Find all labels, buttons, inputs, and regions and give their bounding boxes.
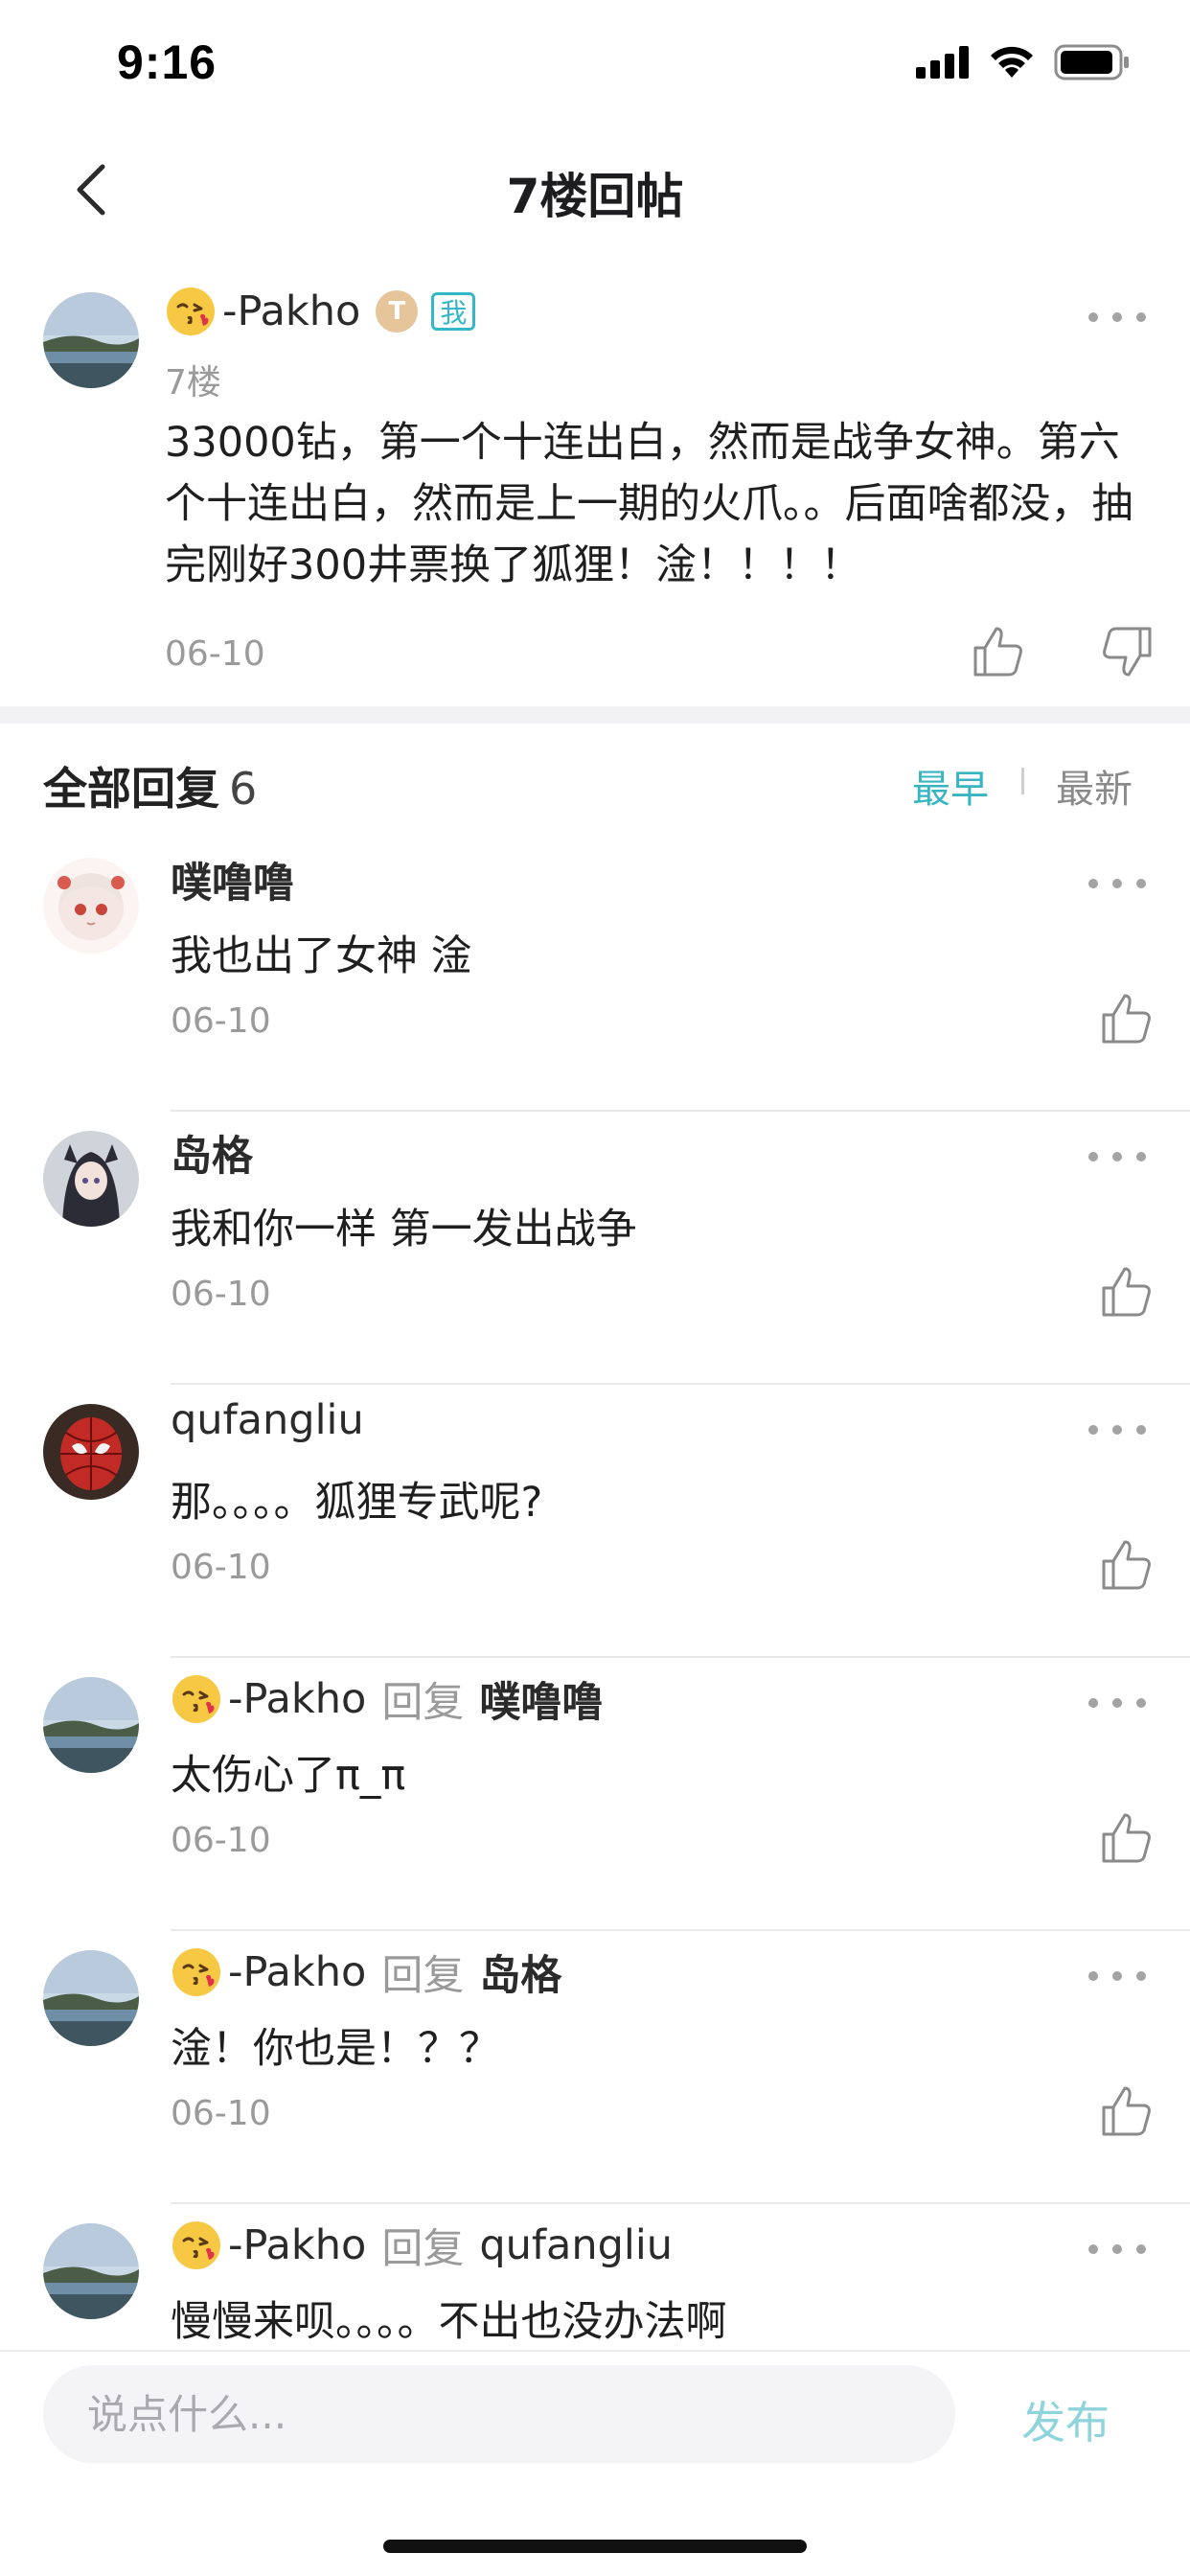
reply-text: 淦！你也是！？？ — [171, 2025, 500, 2073]
reply-author-name[interactable]: qufangliu — [171, 1396, 364, 1444]
reply-text: 太伤心了π_π — [171, 1752, 406, 1800]
reply-target-name[interactable]: 岛格 — [479, 1943, 561, 2002]
reply-item: qufangliu 那。。。。狐狸专武呢? 06-10 — [0, 1385, 1190, 1658]
cellular-signal-icon — [916, 46, 969, 79]
level-badge: T — [376, 290, 419, 333]
reply-author-row: -Pakho 回复 岛格 — [171, 1943, 561, 2002]
publish-button[interactable]: 发布 — [1021, 2388, 1110, 2451]
reply-author-row: 岛格 — [171, 1123, 253, 1183]
replies-title-label: 全部回复 — [43, 763, 219, 815]
reply-author-row: -Pakho 回复 qufangliu — [171, 2216, 673, 2275]
avatar[interactable] — [43, 858, 139, 954]
floor-label: 7楼 — [165, 363, 221, 402]
reply-date: 06-10 — [171, 1548, 271, 1587]
thumbs-up-icon[interactable] — [1098, 1263, 1156, 1321]
me-badge: 我 — [431, 292, 476, 331]
kiss-emoji-icon — [167, 288, 215, 335]
more-dots-icon[interactable] — [1088, 1689, 1146, 1717]
thumbs-up-icon[interactable] — [1098, 2082, 1156, 2140]
post-content: 33000钻，第一个十连出白，然而是战争女神。第六个十连出白，然而是上一期的火爪… — [165, 419, 1133, 589]
reply-to-label: 回复 — [381, 2225, 465, 2273]
reply-to-label: 回复 — [381, 1679, 465, 1727]
reply-item: 岛格 我和你一样 第一发出战争 06-10 — [0, 1112, 1190, 1385]
reply-text: 我和你一样 第一发出战争 — [171, 1206, 637, 1254]
thumbs-up-icon[interactable] — [1098, 1536, 1156, 1594]
reply-date: 06-10 — [171, 1821, 271, 1860]
kiss-emoji-icon — [172, 1675, 220, 1723]
kiss-emoji-icon — [172, 1948, 220, 1996]
reply-item: -Pakho 回复 岛格 淦！你也是！？？ 06-10 — [0, 1931, 1190, 2204]
reply-to-label: 回复 — [381, 1952, 465, 2000]
navigation-bar: 7楼回帖 — [0, 129, 1190, 254]
reply-author-name[interactable]: -Pakho — [228, 1948, 366, 1996]
reply-author-name[interactable]: -Pakho — [228, 2221, 366, 2269]
thumbs-up-icon[interactable] — [1098, 990, 1156, 1047]
avatar[interactable] — [43, 292, 139, 388]
reply-target-name[interactable]: qufangliu — [479, 2221, 673, 2269]
post-author-name[interactable]: -Pakho — [222, 288, 360, 335]
reply-text: 我也出了女神 淦 — [171, 932, 472, 980]
reply-target-name[interactable]: 噗噜噜 — [479, 1669, 603, 1729]
reply-date: 06-10 — [171, 2094, 271, 2133]
reply-author-row: 噗噜噜 — [171, 850, 294, 909]
replies-header: 全部回复 6 最早 最新 — [0, 743, 1190, 829]
reply-text: 慢慢来呗。。。。不出也没办法啊 — [171, 2298, 727, 2346]
reply-text: 那。。。。狐狸专武呢? — [171, 1479, 543, 1527]
comment-composer: 发布 — [0, 2350, 1190, 2576]
main-post: -Pakho T 我 7楼 33000钻，第一个十连出白，然而是战争女神。第六个… — [0, 278, 1190, 704]
status-time: 9:16 — [117, 35, 217, 89]
reply-author-name[interactable]: 噗噜噜 — [171, 850, 294, 909]
status-icons — [916, 44, 1131, 80]
reply-author-name[interactable]: 岛格 — [171, 1123, 253, 1183]
status-bar: 9:16 — [0, 0, 1190, 129]
more-dots-icon[interactable] — [1088, 1415, 1146, 1444]
battery-icon — [1054, 44, 1129, 80]
avatar[interactable] — [43, 1404, 139, 1500]
reply-author-row: qufangliu — [171, 1396, 364, 1444]
reply-item: -Pakho 回复 qufangliu 慢慢来呗。。。。不出也没办法啊 — [0, 2204, 1190, 2350]
sort-separator — [1021, 768, 1024, 794]
reply-item: 噗噜噜 我也出了女神 淦 06-10 — [0, 839, 1190, 1112]
reply-date: 06-10 — [171, 1275, 271, 1314]
more-dots-icon[interactable] — [1088, 2235, 1146, 2264]
reply-item: -Pakho 回复 噗噜噜 太伤心了π_π 06-10 — [0, 1658, 1190, 1931]
avatar[interactable] — [43, 2223, 139, 2319]
section-divider — [0, 706, 1190, 724]
replies-count: 6 — [229, 763, 258, 815]
more-dots-icon[interactable] — [1088, 1962, 1146, 1990]
thumbs-up-icon[interactable] — [970, 623, 1027, 680]
wifi-icon — [991, 46, 1033, 78]
thumbs-up-icon[interactable] — [1098, 1809, 1156, 1867]
more-dots-icon[interactable] — [1088, 869, 1146, 898]
kiss-emoji-icon — [172, 2221, 220, 2269]
reply-date: 06-10 — [171, 1001, 271, 1041]
replies-title: 全部回复 6 — [43, 754, 257, 817]
thumbs-down-icon[interactable] — [1098, 623, 1156, 680]
sort-earliest-tab[interactable]: 最早 — [912, 758, 989, 814]
comment-input[interactable] — [43, 2365, 955, 2463]
home-indicator[interactable] — [383, 2540, 807, 2553]
more-dots-icon[interactable] — [1088, 1142, 1146, 1171]
post-author-row: -Pakho T 我 — [165, 286, 476, 337]
page-title: 7楼回帖 — [506, 169, 684, 224]
avatar[interactable] — [43, 1950, 139, 2046]
more-dots-icon[interactable] — [1088, 303, 1146, 332]
reply-author-name[interactable]: -Pakho — [228, 1675, 366, 1723]
avatar[interactable] — [43, 1677, 139, 1773]
reply-author-row: -Pakho 回复 噗噜噜 — [171, 1669, 603, 1729]
sort-newest-tab[interactable]: 最新 — [1056, 758, 1133, 814]
post-date: 06-10 — [165, 634, 265, 674]
avatar[interactable] — [43, 1131, 139, 1227]
